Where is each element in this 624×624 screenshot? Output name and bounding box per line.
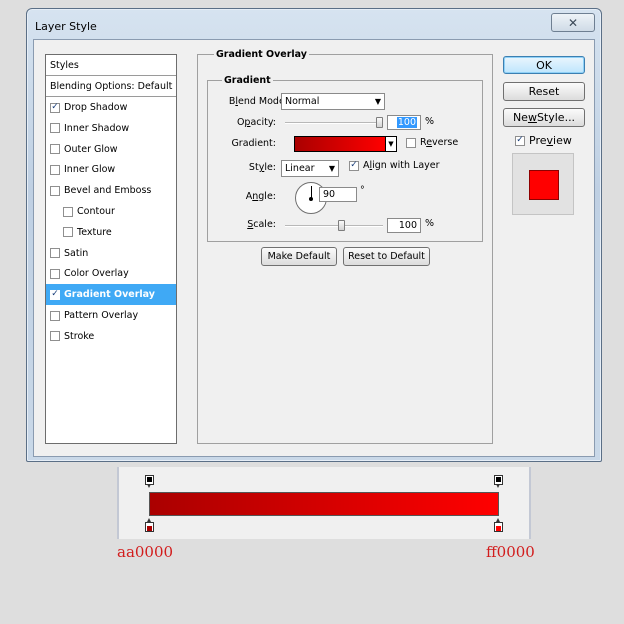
style-preview [512, 153, 574, 215]
scale-input[interactable]: 100 [387, 218, 421, 233]
blend-mode-label: Blend Mode: [228, 96, 288, 107]
new-style-button[interactable]: Ne w Style... [503, 108, 585, 127]
right-hex-label: ff0000 [486, 543, 535, 561]
style-item-outer-glow[interactable]: Outer Glow [46, 139, 176, 160]
style-item-pattern-overlay[interactable]: Pattern Overlay [46, 305, 176, 326]
style-item-bevel-and-emboss[interactable]: Bevel and Emboss [46, 180, 176, 201]
checkbox-icon[interactable] [63, 206, 73, 217]
scale-slider-track[interactable] [285, 225, 383, 227]
left-hex-label: aa0000 [117, 543, 174, 561]
style-item-color-overlay[interactable]: Color Overlay [46, 263, 176, 284]
opacity-unit: % [425, 116, 435, 127]
opacity-stop-right[interactable] [494, 475, 503, 489]
dialog-client-area: Styles Blending Options: Default ✓ Drop S… [33, 39, 595, 457]
checkbox-icon[interactable]: ✓ [50, 102, 60, 113]
chevron-down-icon: ▼ [374, 97, 381, 106]
ok-button[interactable]: OK [503, 56, 585, 74]
styles-header[interactable]: Styles [46, 55, 176, 76]
preview-checkbox[interactable]: ✓ Preview [515, 134, 572, 147]
color-stop-left[interactable] [145, 518, 154, 532]
checkbox-icon[interactable] [50, 144, 60, 155]
blend-mode-select[interactable]: Normal ▼ [281, 93, 385, 110]
style-item-inner-shadow[interactable]: Inner Shadow [46, 118, 176, 139]
checkbox-icon[interactable] [50, 248, 60, 259]
opacity-input[interactable]: 100 [387, 115, 421, 130]
gradient-bar[interactable] [149, 492, 499, 516]
checkbox-icon[interactable] [63, 227, 73, 238]
blending-options-item[interactable]: Blending Options: Default [46, 76, 176, 97]
reset-to-default-button[interactable]: Reset to Default [343, 247, 430, 266]
reverse-checkbox[interactable]: Reverse [406, 137, 458, 148]
style-item-gradient-overlay[interactable]: ✓ Gradient Overlay [46, 284, 176, 306]
align-with-layer-checkbox[interactable]: ✓ Align with Layer [349, 160, 440, 171]
checkbox-icon[interactable] [50, 310, 60, 321]
gradient-group: Gradient Blend Mode: Normal ▼ Opacity: 1… [207, 75, 483, 242]
checkbox-icon[interactable] [50, 331, 60, 342]
panel-title: Gradient Overlay [214, 49, 309, 60]
style-label: Style: [248, 162, 276, 173]
checkbox-icon[interactable] [50, 123, 60, 134]
angle-input[interactable]: 90 [319, 187, 357, 202]
style-item-drop-shadow[interactable]: ✓ Drop Shadow [46, 97, 176, 118]
scale-label: Scale: [247, 219, 276, 230]
scale-unit: % [425, 218, 435, 229]
style-item-contour[interactable]: Contour [46, 201, 176, 222]
style-select[interactable]: Linear ▼ [281, 160, 339, 177]
checkbox-icon[interactable] [50, 268, 60, 279]
chevron-down-icon: ▼ [328, 164, 335, 173]
opacity-slider-track[interactable] [285, 122, 383, 124]
gradient-overlay-panel: Gradient Overlay Gradient Blend Mode: No… [197, 49, 493, 444]
color-stop-right[interactable] [494, 518, 503, 532]
dialog-title: Layer Style [35, 20, 97, 33]
style-item-stroke[interactable]: Stroke [46, 326, 176, 347]
checkbox-icon: ✓ [515, 135, 525, 146]
group-title: Gradient [222, 75, 273, 86]
gradient-editor-strip [117, 467, 531, 539]
gradient-preview[interactable] [295, 137, 385, 151]
opacity-slider-thumb[interactable] [376, 117, 383, 128]
preview-swatch [529, 170, 559, 200]
layer-style-dialog: Layer Style ✕ Styles Blending Options: D… [26, 8, 602, 462]
checkbox-icon [406, 137, 416, 148]
opacity-label: Opacity: [236, 117, 276, 128]
style-item-inner-glow[interactable]: Inner Glow [46, 159, 176, 180]
angle-unit: ° [360, 185, 365, 196]
reset-button[interactable]: Reset [503, 82, 585, 101]
angle-label: Angle: [245, 191, 276, 202]
chevron-down-icon[interactable]: ▼ [385, 137, 396, 151]
checkbox-icon[interactable] [50, 185, 60, 196]
close-button[interactable]: ✕ [551, 13, 595, 32]
checkbox-icon[interactable] [50, 164, 60, 175]
styles-list: Styles Blending Options: Default ✓ Drop S… [45, 54, 177, 444]
checkbox-icon[interactable]: ✓ [50, 289, 60, 300]
scale-slider-thumb[interactable] [338, 220, 346, 231]
gradient-label: Gradient: [231, 138, 276, 149]
close-icon: ✕ [567, 15, 579, 30]
style-item-satin[interactable]: Satin [46, 243, 176, 264]
checkbox-icon: ✓ [349, 160, 359, 171]
opacity-stop-left[interactable] [145, 475, 154, 489]
gradient-swatch[interactable]: ▼ [294, 136, 397, 152]
style-item-texture[interactable]: Texture [46, 222, 176, 243]
make-default-button[interactable]: Make Default [261, 247, 337, 266]
